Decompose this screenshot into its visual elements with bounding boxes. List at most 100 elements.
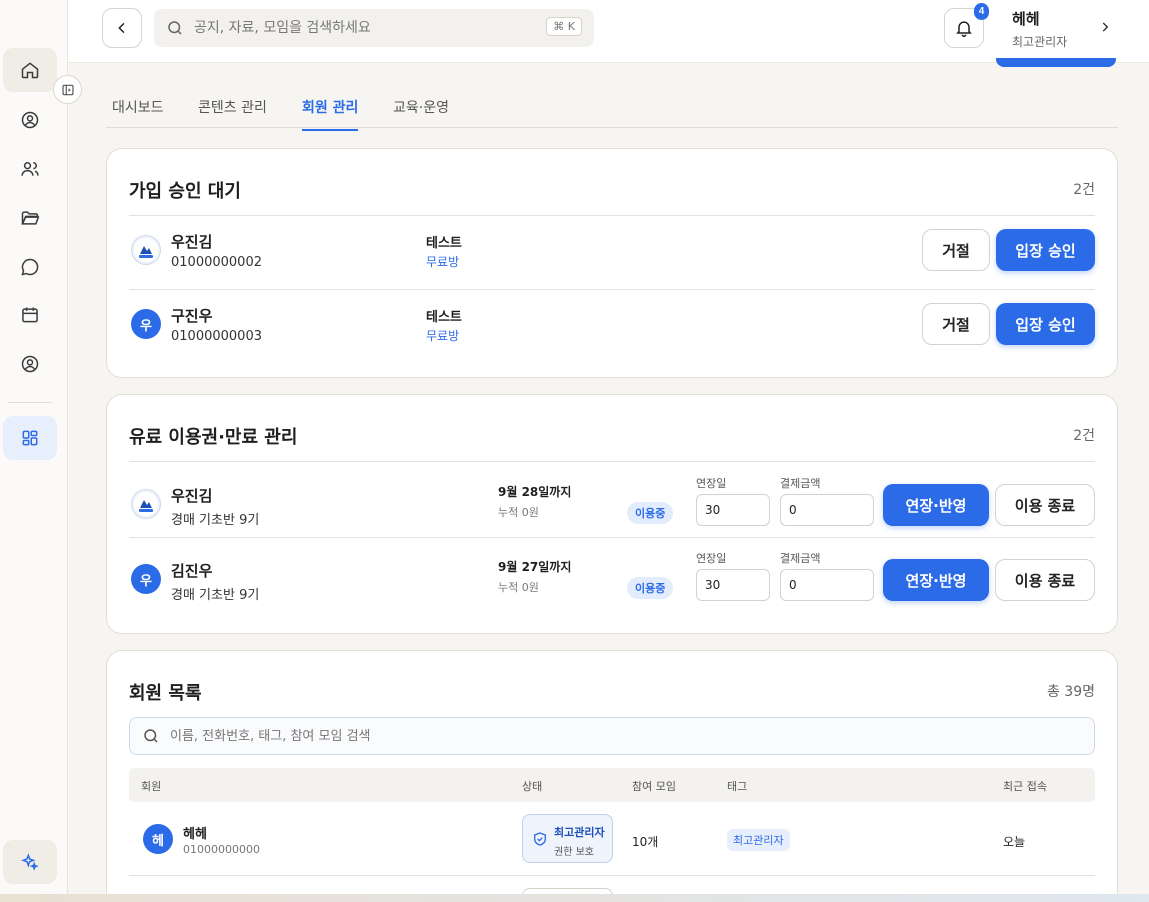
search-icon <box>168 21 182 35</box>
table-header: 회원 상태 참여 모임 태그 최근 접속 <box>129 768 1095 802</box>
top-bar: ⌘ K 4 헤헤 최고관리자 <box>68 0 1149 67</box>
home-icon[interactable] <box>3 48 57 92</box>
reject-button[interactable]: 거절 <box>922 303 990 345</box>
paid-subscriptions-card: 유료 이용권·만료 관리 2건 우진김 경매 기초반 9기 9월 28일까지 누… <box>106 394 1118 634</box>
payment-label: 결제금액 <box>780 552 821 565</box>
room-type: 무료방 <box>426 329 460 343</box>
profile-icon[interactable] <box>3 98 57 142</box>
chevron-left-icon <box>118 22 125 34</box>
member-name: 우진김 <box>171 233 213 251</box>
extend-days-label: 연장일 <box>696 552 727 565</box>
extend-days-input[interactable] <box>696 569 770 601</box>
tag-badge: 최고관리자 <box>727 829 790 851</box>
avatar: 헤 <box>143 824 173 854</box>
shortcut-hint: ⌘ K <box>546 17 582 36</box>
extend-days-input[interactable] <box>696 494 770 526</box>
window-bottom-edge <box>0 894 1149 902</box>
back-button[interactable] <box>102 8 142 48</box>
side-rail <box>0 0 68 902</box>
avatar: 우 <box>131 564 161 594</box>
admin-tabs: 대시보드 콘텐츠 관리 회원 관리 교육·운영 <box>106 85 1118 131</box>
admin-grid-icon[interactable] <box>3 416 57 460</box>
tab-education[interactable]: 교육·운영 <box>393 97 449 129</box>
avatar <box>131 235 161 265</box>
avatar: 우 <box>131 309 161 339</box>
avatar <box>131 489 161 519</box>
tab-content[interactable]: 콘텐츠 관리 <box>198 97 267 129</box>
member-list-card: 회원 목록 총 39명 회원 상태 참여 모임 태그 최근 접속 헤 헤헤 01… <box>106 650 1118 902</box>
pending-approvals-card: 가입 승인 대기 2건 우진김 01000000002 테스트 무료방 거절 입… <box>106 148 1118 378</box>
approve-button[interactable]: 입장 승인 <box>996 303 1095 345</box>
pending-title: 가입 승인 대기 <box>129 181 241 202</box>
course-name: 경매 기초반 9기 <box>171 588 260 603</box>
divider <box>129 461 1095 462</box>
divider <box>129 215 1095 216</box>
sparkle-icon[interactable] <box>3 840 57 884</box>
column-header: 회원 <box>141 780 162 793</box>
member-search-input[interactable] <box>170 728 1050 744</box>
members-title: 회원 목록 <box>129 683 202 704</box>
extend-button[interactable]: 연장·반영 <box>883 559 989 601</box>
cumulative-amount: 누적 0원 <box>498 506 539 519</box>
member-name: 김진우 <box>171 562 213 580</box>
member-phone: 01000000000 <box>183 843 260 856</box>
global-search-input[interactable] <box>194 20 554 36</box>
user-menu-accent <box>996 58 1116 67</box>
expiry-date: 9월 28일까지 <box>498 485 572 499</box>
divider <box>129 875 1095 876</box>
pending-count: 2건 <box>1073 182 1095 198</box>
member-search[interactable] <box>129 717 1095 755</box>
global-search[interactable]: ⌘ K <box>154 9 594 47</box>
member-name: 우진김 <box>171 487 213 505</box>
tab-dashboard[interactable]: 대시보드 <box>112 97 164 129</box>
chat-icon[interactable] <box>3 245 57 289</box>
last-seen: 오늘 <box>1003 835 1026 849</box>
column-header: 참여 모임 <box>632 780 676 793</box>
cumulative-amount: 누적 0원 <box>498 581 539 594</box>
notifications-button[interactable]: 4 <box>944 3 989 48</box>
divider <box>129 537 1095 538</box>
sidebar-toggle-icon[interactable] <box>53 75 82 104</box>
member-phone: 01000000003 <box>171 329 262 344</box>
member-phone: 01000000002 <box>171 255 262 270</box>
payment-label: 결제금액 <box>780 477 821 490</box>
column-header: 태그 <box>727 780 748 793</box>
payment-input[interactable] <box>780 494 874 526</box>
user-menu[interactable]: 헤헤 최고관리자 <box>994 0 1124 58</box>
status-title: 최고관리자 <box>554 826 605 839</box>
approve-button[interactable]: 입장 승인 <box>996 229 1095 271</box>
room-type: 무료방 <box>426 255 460 269</box>
member-name: 구진우 <box>171 307 213 325</box>
status-subtitle: 권한 보호 <box>554 847 594 858</box>
member-name: 헤헤 <box>183 827 207 842</box>
room-name: 테스트 <box>426 310 462 325</box>
paid-title: 유료 이용권·만료 관리 <box>129 427 298 448</box>
group-count: 10개 <box>632 835 659 849</box>
users-icon[interactable] <box>3 147 57 191</box>
notification-badge: 4 <box>974 3 989 20</box>
bell-icon <box>956 21 972 38</box>
folder-icon[interactable] <box>3 196 57 240</box>
room-name: 테스트 <box>426 236 462 251</box>
status-badge: 최고관리자 권한 보호 <box>522 814 613 863</box>
extend-days-label: 연장일 <box>696 477 727 490</box>
paid-count: 2건 <box>1073 428 1095 444</box>
end-subscription-button[interactable]: 이용 종료 <box>995 559 1095 601</box>
rail-divider <box>8 402 52 403</box>
calendar-icon[interactable] <box>3 293 57 337</box>
expiry-date: 9월 27일까지 <box>498 560 572 574</box>
extend-button[interactable]: 연장·반영 <box>883 484 989 526</box>
user-role: 최고관리자 <box>1012 35 1068 49</box>
status-badge: 이용중 <box>627 502 674 524</box>
reject-button[interactable]: 거절 <box>922 229 990 271</box>
end-subscription-button[interactable]: 이용 종료 <box>995 484 1095 526</box>
course-name: 경매 기초반 9기 <box>171 513 260 528</box>
account-icon[interactable] <box>3 342 57 386</box>
status-badge: 이용중 <box>627 577 674 599</box>
column-header: 최근 접속 <box>1003 780 1047 793</box>
divider <box>129 289 1095 290</box>
payment-input[interactable] <box>780 569 874 601</box>
column-header: 상태 <box>522 780 543 793</box>
shield-check-icon <box>534 832 546 846</box>
tab-members[interactable]: 회원 관리 <box>302 97 359 131</box>
